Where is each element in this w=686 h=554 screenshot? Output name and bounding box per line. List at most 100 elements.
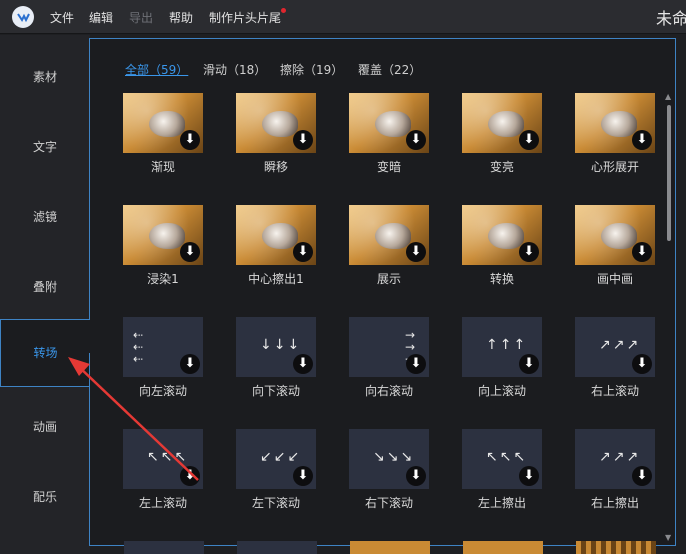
download-icon[interactable]: ⬇ [519, 354, 539, 374]
transition-thumbnail[interactable]: ⬇ [123, 205, 203, 265]
download-icon[interactable]: ⬇ [406, 130, 426, 150]
menu-file[interactable]: 文件 [50, 9, 74, 26]
partial-thumb-1 [124, 541, 204, 554]
transitions-panel: 全部（59） 滑动（18） 擦除（19） 覆盖（22） ⬇ 渐现 ⬇ 瞬移 ⬇ 变暗 ⬇ 变亮… [90, 38, 676, 546]
scroll-down-arrow-icon[interactable]: ▼ [665, 533, 671, 542]
transition-thumbnail[interactable]: ⬇ [462, 93, 542, 153]
download-icon[interactable]: ⬇ [180, 466, 200, 486]
transition-card[interactable]: ⬇ 变亮 [462, 93, 544, 175]
download-icon[interactable]: ⬇ [293, 354, 313, 374]
transition-thumbnail[interactable]: → → →⬇ [349, 317, 429, 377]
transition-thumbnail[interactable]: ⬇ [575, 205, 655, 265]
transition-thumbnail[interactable]: ↓↓↓ ⬇ [236, 317, 316, 377]
transition-thumbnail[interactable]: ⬇ [575, 93, 655, 153]
tab-all[interactable]: 全部（59） [125, 61, 188, 78]
transition-card[interactable]: ⬇ 浸染1 [123, 205, 205, 287]
sidebar-item-animations[interactable]: 动画 [0, 393, 90, 461]
download-icon[interactable]: ⬇ [519, 130, 539, 150]
app-logo-icon [12, 6, 34, 28]
transition-thumbnail[interactable]: ↖↖↖ ⬇ [462, 429, 542, 489]
transition-card[interactable]: ⬇ 画中画 [575, 205, 657, 287]
partial-thumb-5 [576, 541, 656, 554]
transition-thumbnail[interactable]: ⬇ [236, 93, 316, 153]
menu-help[interactable]: 帮助 [169, 9, 193, 26]
download-icon[interactable]: ⬇ [406, 242, 426, 262]
transition-label: 变暗 [376, 160, 401, 174]
download-icon[interactable]: ⬇ [632, 354, 652, 374]
partial-thumb-3 [350, 541, 430, 554]
transition-card[interactable]: ↙↙↙ ⬇ 左下滚动 [236, 429, 318, 511]
transition-card[interactable]: ⬇ 瞬移 [236, 93, 318, 175]
menu-export[interactable]: 导出 [129, 9, 153, 26]
transition-card[interactable]: ⬇ 变暗 [349, 93, 431, 175]
download-icon[interactable]: ⬇ [632, 466, 652, 486]
transition-thumbnail[interactable]: ↖↖↖ ⬇ [123, 429, 203, 489]
menu-edit[interactable]: 编辑 [89, 9, 113, 26]
transition-label: 转换 [489, 272, 514, 286]
transition-card[interactable]: ⇠ ⇠ ⇠ ⬇ 向左滚动 [123, 317, 205, 399]
transition-thumbnail[interactable]: ⇠ ⇠ ⇠ ⬇ [123, 317, 203, 377]
cat-photo [262, 111, 298, 137]
transition-thumbnail[interactable]: ↗↗↗ ⬇ [575, 429, 655, 489]
transition-label: 瞬移 [263, 160, 288, 174]
download-icon[interactable]: ⬇ [406, 466, 426, 486]
transition-card[interactable]: → → →⬇ 向右滚动 [349, 317, 431, 399]
sidebar-item-music[interactable]: 配乐 [0, 463, 90, 531]
sidebar-item-filters[interactable]: 滤镜 [0, 183, 90, 251]
transition-thumbnail[interactable]: ↗↗↗ ⬇ [575, 317, 655, 377]
tab-wipe[interactable]: 擦除（19） [280, 61, 343, 78]
sidebar-item-text[interactable]: 文字 [0, 113, 90, 181]
scrollbar-thumb[interactable] [667, 105, 671, 241]
download-icon[interactable]: ⬇ [519, 466, 539, 486]
cat-photo [149, 223, 185, 249]
scroll-up-arrow-icon[interactable]: ▲ [665, 92, 671, 101]
transition-thumbnail[interactable]: ↙↙↙ ⬇ [236, 429, 316, 489]
transition-label: 右上擦出 [590, 496, 639, 510]
transition-card[interactable]: ⬇ 渐现 [123, 93, 205, 175]
transition-card[interactable]: ⬇ 转换 [462, 205, 544, 287]
cat-photo [601, 223, 637, 249]
sidebar-item-overlays[interactable]: 叠附 [0, 253, 90, 321]
transition-card[interactable]: ↖↖↖ ⬇ 左上擦出 [462, 429, 544, 511]
transition-card[interactable]: ↑↑↑ ⬇ 向上滚动 [462, 317, 544, 399]
transition-thumbnail[interactable]: ⬇ [236, 205, 316, 265]
transition-label: 向左滚动 [138, 384, 187, 398]
transition-label: 左上滚动 [138, 496, 187, 510]
transition-card[interactable]: ↗↗↗ ⬇ 右上滚动 [575, 317, 657, 399]
transition-card[interactable]: ↗↗↗ ⬇ 右上擦出 [575, 429, 657, 511]
transition-thumbnail[interactable]: ↘↘↘ ⬇ [349, 429, 429, 489]
sidebar-item-transitions[interactable]: 转场 [0, 319, 90, 387]
download-icon[interactable]: ⬇ [406, 354, 426, 374]
window-title: 未命 [655, 9, 686, 28]
transition-thumbnail[interactable]: ⬇ [462, 205, 542, 265]
transition-label: 向右滚动 [364, 384, 413, 398]
transition-card[interactable]: ↖↖↖ ⬇ 左上滚动 [123, 429, 205, 511]
cat-photo [488, 223, 524, 249]
transition-thumbnail[interactable]: ⬇ [349, 205, 429, 265]
transition-card[interactable]: ↘↘↘ ⬇ 右下滚动 [349, 429, 431, 511]
download-icon[interactable]: ⬇ [632, 242, 652, 262]
tab-cover[interactable]: 覆盖（22） [358, 61, 421, 78]
download-icon[interactable]: ⬇ [180, 242, 200, 262]
transition-thumbnail[interactable]: ↑↑↑ ⬇ [462, 317, 542, 377]
download-icon[interactable]: ⬇ [293, 466, 313, 486]
download-icon[interactable]: ⬇ [180, 354, 200, 374]
download-icon[interactable]: ⬇ [293, 242, 313, 262]
transition-card[interactable]: ↓↓↓ ⬇ 向下滚动 [236, 317, 318, 399]
download-icon[interactable]: ⬇ [293, 130, 313, 150]
transition-thumbnail[interactable]: ⬇ [123, 93, 203, 153]
new-badge-dot [281, 8, 286, 13]
sidebar-item-media[interactable]: 素材 [0, 43, 90, 111]
transition-thumbnail[interactable]: ⬇ [349, 93, 429, 153]
download-icon[interactable]: ⬇ [519, 242, 539, 262]
cat-photo [149, 111, 185, 137]
transition-card[interactable]: ⬇ 展示 [349, 205, 431, 287]
download-icon[interactable]: ⬇ [180, 130, 200, 150]
transition-card[interactable]: ⬇ 中心擦出1 [236, 205, 318, 287]
tab-slide[interactable]: 滑动（18） [203, 61, 266, 78]
transition-card[interactable]: ⬇ 心形展开 [575, 93, 657, 175]
download-icon[interactable]: ⬇ [632, 130, 652, 150]
transition-label: 中心擦出1 [248, 272, 304, 286]
menu-make-intro-outro[interactable]: 制作片头片尾 [209, 9, 281, 26]
transition-label: 变亮 [489, 160, 514, 174]
